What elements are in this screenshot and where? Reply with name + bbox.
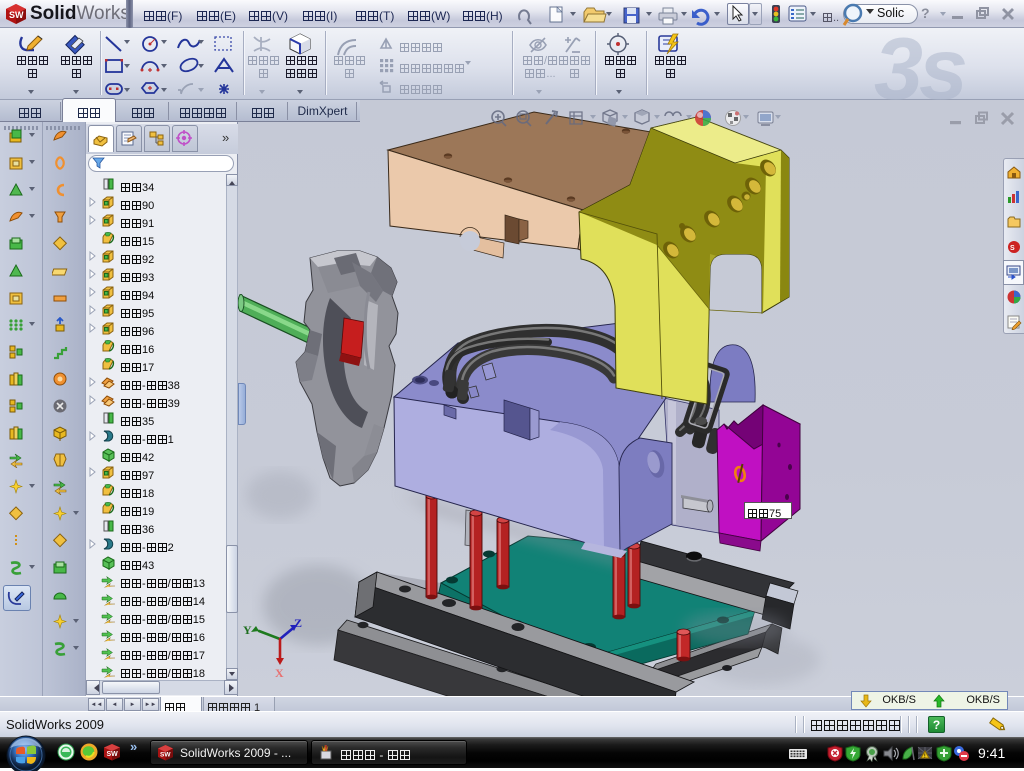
svg-text:SW: SW — [9, 10, 24, 20]
svg-text:SW: SW — [160, 752, 171, 759]
svg-text:Z: Z — [294, 616, 302, 630]
svg-text:Y: Y — [243, 623, 252, 637]
svg-text:X: X — [275, 666, 284, 680]
svg-text:SW: SW — [107, 751, 119, 758]
svg-text:S: S — [1010, 245, 1015, 252]
